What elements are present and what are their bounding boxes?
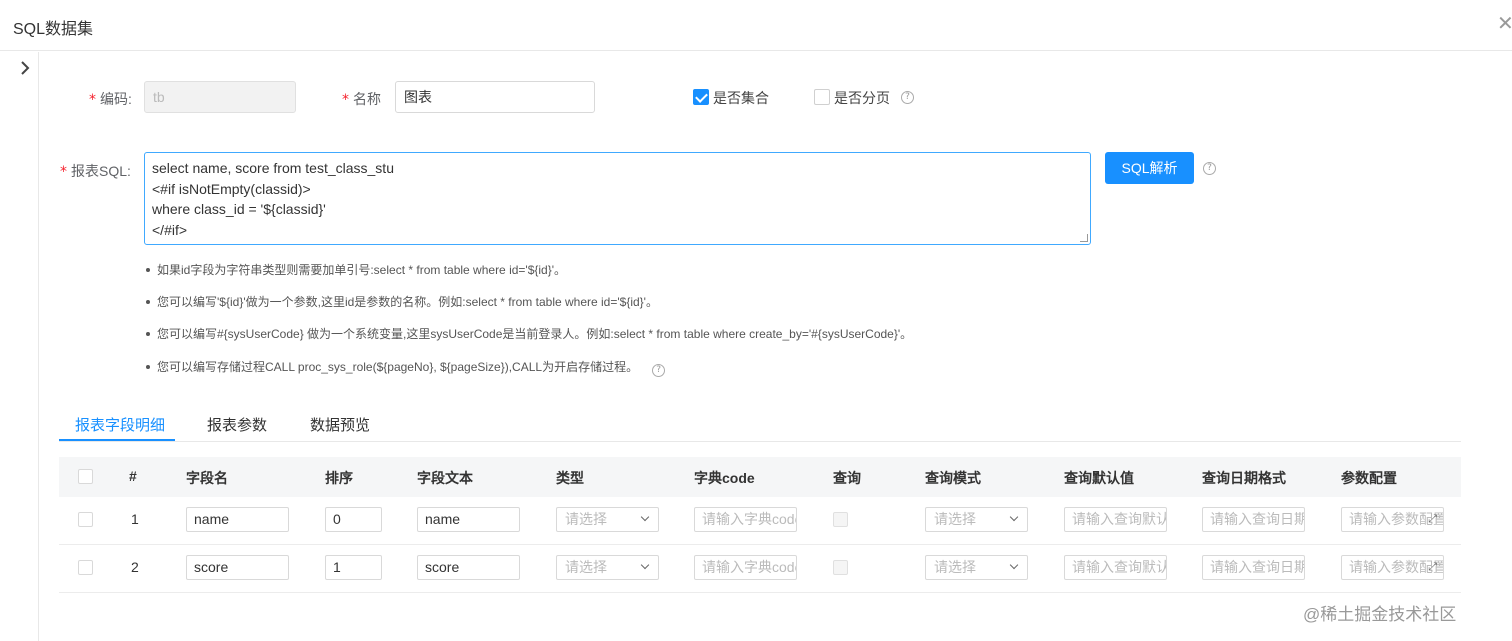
help-icon[interactable]: ? xyxy=(652,364,666,377)
is-collection-checkbox[interactable] xyxy=(693,89,709,105)
row-checkbox[interactable] xyxy=(78,560,93,575)
sql-line: select name, score from test_class_stu xyxy=(152,160,394,176)
default-value-input[interactable]: 请输入查询默认值 xyxy=(1064,555,1167,580)
code-input[interactable]: tb xyxy=(144,81,296,113)
tab-bar: 报表字段明细 报表参数 数据预览 xyxy=(59,410,1461,442)
table-header: # 字段名 排序 字段文本 类型 字典code 查询 查询模式 查询默认值 查询… xyxy=(59,457,1461,497)
field-name-input[interactable]: name xyxy=(186,507,289,532)
chevron-down-icon xyxy=(1009,560,1019,570)
column-header: 参数配置 xyxy=(1341,470,1397,486)
sql-line: </#if> xyxy=(152,221,188,238)
tip-item: 如果id字段为字符串类型则需要加单引号:select * from table … xyxy=(146,261,566,278)
resize-handle[interactable] xyxy=(1080,234,1088,242)
tip-item: 您可以编写#{sysUserCode} 做为一个系统变量,这里sysUserCo… xyxy=(146,325,912,342)
column-header: 查询日期格式 xyxy=(1202,470,1286,486)
select-all-checkbox[interactable] xyxy=(78,469,93,484)
name-label: * 名称 xyxy=(342,91,381,108)
default-value-input[interactable]: 请输入查询默认值 xyxy=(1064,507,1167,532)
param-config-input[interactable]: 请输入参数配置 ⤢ xyxy=(1341,507,1444,532)
help-icon[interactable]: ? xyxy=(901,91,914,104)
order-input[interactable]: 1 xyxy=(325,555,382,580)
column-header: 查询模式 xyxy=(925,470,981,486)
code-label: * 编码: xyxy=(89,91,132,108)
date-format-input[interactable]: 请输入查询日期格式 xyxy=(1202,555,1305,580)
field-text-input[interactable]: name xyxy=(417,507,520,532)
column-header: 字段文本 xyxy=(417,470,473,486)
sql-line: <#if isNotEmpty(classid)> xyxy=(152,180,311,197)
sql-line: where class_id = '${classid}' xyxy=(152,201,326,217)
sql-label: * 报表SQL: xyxy=(60,163,131,180)
table-row: 2 score 1 score 请选择 请输入字典code 请选择 请输入查询默… xyxy=(59,545,1461,593)
is-collection-label: 是否集合 xyxy=(713,90,769,106)
watermark: @稀土掘金技术社区 xyxy=(1303,605,1457,624)
column-header: # xyxy=(129,468,137,484)
field-name-input[interactable]: score xyxy=(186,555,289,580)
dict-code-input[interactable]: 请输入字典code xyxy=(694,507,797,532)
close-icon[interactable]: ✕ xyxy=(1497,14,1512,34)
type-select[interactable]: 请选择 xyxy=(556,507,659,532)
expand-icon[interactable]: ⤢ xyxy=(1428,561,1437,573)
column-header: 字段名 xyxy=(186,470,228,486)
expand-icon[interactable]: ⤢ xyxy=(1428,513,1437,525)
query-checkbox[interactable] xyxy=(833,512,848,527)
sql-parse-button[interactable]: SQL解析 xyxy=(1105,152,1194,184)
help-icon[interactable]: ? xyxy=(1203,162,1216,175)
is-paged-label: 是否分页 xyxy=(834,90,890,106)
column-header: 字典code xyxy=(694,470,755,486)
is-paged-checkbox[interactable] xyxy=(814,89,830,105)
column-header: 排序 xyxy=(325,470,353,486)
row-index: 1 xyxy=(131,511,139,527)
type-select[interactable]: 请选择 xyxy=(556,555,659,580)
tab-field-details[interactable]: 报表字段明细 xyxy=(75,414,165,435)
param-config-input[interactable]: 请输入参数配置 ⤢ xyxy=(1341,555,1444,580)
chevron-right-icon[interactable] xyxy=(17,60,33,76)
query-checkbox[interactable] xyxy=(833,560,848,575)
date-format-input[interactable]: 请输入查询日期格式 xyxy=(1202,507,1305,532)
dialog-header: SQL数据集 ✕ xyxy=(0,0,1512,51)
active-tab-indicator xyxy=(59,439,175,441)
name-input[interactable]: 图表 xyxy=(395,81,595,113)
chevron-down-icon xyxy=(640,512,650,522)
sql-textarea[interactable]: select name, score from test_class_stu <… xyxy=(144,152,1091,245)
column-header: 查询默认值 xyxy=(1064,470,1134,486)
chevron-down-icon xyxy=(1009,512,1019,522)
chevron-down-icon xyxy=(640,560,650,570)
tab-data-preview[interactable]: 数据预览 xyxy=(310,414,370,435)
query-mode-select[interactable]: 请选择 xyxy=(925,507,1028,532)
dialog-title: SQL数据集 xyxy=(13,21,94,38)
row-checkbox[interactable] xyxy=(78,512,93,527)
row-index: 2 xyxy=(131,559,139,575)
tip-item: 您可以编写'${id}'做为一个参数,这里id是参数的名称。例如:select … xyxy=(146,293,658,310)
query-mode-select[interactable]: 请选择 xyxy=(925,555,1028,580)
dict-code-input[interactable]: 请输入字典code xyxy=(694,555,797,580)
field-text-input[interactable]: score xyxy=(417,555,520,580)
column-header: 类型 xyxy=(556,470,584,486)
table-row: 1 name 0 name 请选择 请输入字典code 请选择 请输入查询默认值… xyxy=(59,497,1461,545)
collapsed-sidebar xyxy=(0,52,39,641)
tip-item: 您可以编写存储过程CALL proc_sys_role(${pageNo}, $… xyxy=(146,358,666,377)
tab-report-params[interactable]: 报表参数 xyxy=(207,414,267,435)
column-header: 查询 xyxy=(833,470,861,486)
order-input[interactable]: 0 xyxy=(325,507,382,532)
